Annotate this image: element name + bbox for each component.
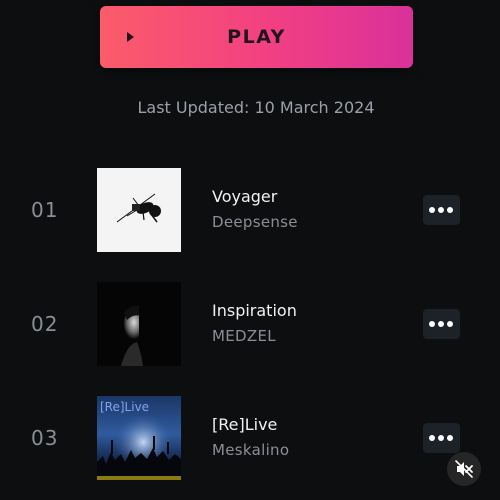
more-dot xyxy=(438,207,444,213)
play-button-label: PLAY xyxy=(227,26,286,48)
track-artist[interactable]: MEDZEL xyxy=(212,327,276,345)
last-updated-text: Last Updated: 10 March 2024 xyxy=(137,98,375,117)
more-dot xyxy=(447,207,453,213)
portrait-image xyxy=(121,304,153,366)
track-title: Inspiration xyxy=(212,301,297,320)
more-horizontal-icon xyxy=(429,435,435,441)
track-number: 03 xyxy=(31,426,59,450)
voyager-probe-image xyxy=(116,193,161,223)
track-artist[interactable]: Deepsense xyxy=(212,213,298,231)
more-dot xyxy=(438,435,444,441)
relive-cover[interactable]: [Re]Live xyxy=(97,396,181,480)
mute-toggle-button[interactable] xyxy=(447,452,481,486)
more-dot xyxy=(447,435,453,441)
more-horizontal-icon xyxy=(429,207,435,213)
track-row[interactable]: 02 Inspiration MEDZEL xyxy=(0,282,500,368)
playlist-page: PLAY Last Updated: 10 March 2024 01 Voya… xyxy=(0,0,500,500)
more-horizontal-icon xyxy=(429,321,435,327)
inspiration-cover[interactable] xyxy=(97,282,181,366)
play-button[interactable]: PLAY xyxy=(100,6,413,68)
track-artist[interactable]: Meskalino xyxy=(212,441,289,459)
track-row[interactable]: 03 [Re]Live [Re]Live Meskalino xyxy=(0,396,500,482)
volume-muted-icon xyxy=(455,460,473,478)
track-title: Voyager xyxy=(212,187,278,206)
track-number: 02 xyxy=(31,312,59,336)
more-options-button[interactable] xyxy=(423,195,460,225)
more-options-button[interactable] xyxy=(423,423,460,453)
more-dot xyxy=(447,321,453,327)
cover-text: [Re]Live xyxy=(100,400,150,414)
track-title: [Re]Live xyxy=(212,415,278,434)
more-dot xyxy=(438,321,444,327)
track-row[interactable]: 01 Voyager Deepsense xyxy=(0,168,500,254)
more-options-button[interactable] xyxy=(423,309,460,339)
track-number: 01 xyxy=(31,198,59,222)
voyager-cover[interactable] xyxy=(97,168,181,252)
